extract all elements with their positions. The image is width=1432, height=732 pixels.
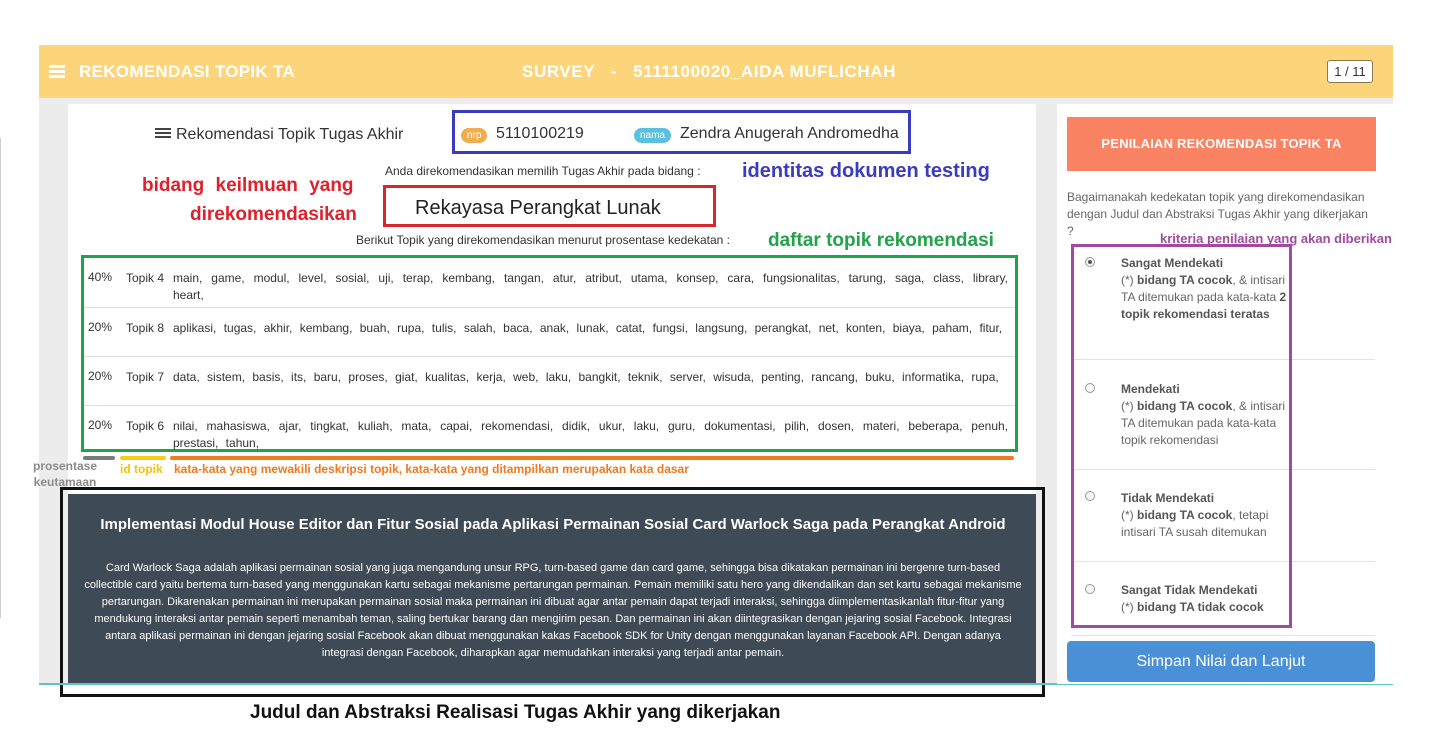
- topic-percentage: 20%: [88, 418, 113, 432]
- survey-page: REKOMENDASI TOPIK TA SURVEY - 5111100020…: [0, 0, 1432, 732]
- topic-percentage: 40%: [88, 270, 113, 284]
- document-title-text: Rekomendasi Topik Tugas Akhir: [176, 126, 404, 143]
- nama-value: Zendra Anugerah Andromedha: [680, 125, 899, 142]
- field-intro-text: Anda direkomendasikan memilih Tugas Akhi…: [385, 164, 701, 178]
- page-counter: 1 / 11: [1327, 60, 1373, 83]
- criteria-highlight-box: [1071, 244, 1292, 628]
- thesis-title: Implementasi Modul House Editor dan Fitu…: [100, 516, 1006, 533]
- topic-id: Topik 8: [126, 321, 165, 335]
- topic-percentage: 20%: [88, 369, 113, 383]
- topic-row: 20% Topik 7 data, sistem, basis, its, baru…: [84, 356, 1015, 405]
- thesis-abstract: Card Warlock Saga adalah aplikasi permai…: [84, 562, 1022, 659]
- document-title: Rekomendasi Topik Tugas Akhir: [155, 126, 403, 144]
- topics-intro-text: Berikut Topik yang direkomendasikan menu…: [356, 233, 730, 247]
- nama-badge: nama: [634, 128, 672, 143]
- annotation-daftar: daftar topik rekomendasi: [768, 230, 994, 251]
- list-icon: [155, 128, 171, 139]
- app-title: REKOMENDASI TOPIK TA: [79, 62, 295, 81]
- annotation-kata: kata-kata yang mewakili deskripsi topik,…: [174, 462, 689, 476]
- topic-row: 20% Topik 6 nilai, mahasiswa, ajar, tingka…: [84, 405, 1015, 454]
- nrp-badge: nrp: [461, 128, 488, 143]
- save-and-next-button[interactable]: Simpan Nilai dan Lanjut: [1067, 641, 1375, 682]
- annotation-bidang-line1: bidang keilmuan yang: [142, 175, 354, 196]
- annotation-kriteria: kriteria penilaian yang akan diberikan: [1160, 231, 1392, 246]
- topic-words: aplikasi, tugas, akhir, kembang, buah, r…: [173, 321, 1003, 335]
- topic-id: Topik 6: [126, 419, 165, 433]
- topic-percentage: 20%: [88, 320, 113, 334]
- annotation-bidang-line2: direkomendasikan: [190, 204, 357, 225]
- top-navbar: REKOMENDASI TOPIK TA SURVEY - 5111100020…: [39, 45, 1393, 98]
- topic-words: data, sistem, basis, its, baru, proses, …: [173, 370, 999, 384]
- rating-header: PENILAIAN REKOMENDASI TOPIK TA: [1067, 117, 1376, 171]
- topic-row: 20% Topik 8 aplikasi, tugas, akhir, kemban…: [84, 307, 1015, 356]
- annotation-id-topik: id topik: [120, 462, 163, 476]
- left-divider: [0, 138, 1, 618]
- nrp-value: 5110100219: [496, 125, 584, 142]
- annotation-bar-words: [170, 456, 1014, 460]
- annotation-prosentase: prosentase keutamaan: [32, 459, 98, 489]
- annotation-bar-topic-id: [120, 456, 166, 460]
- annotation-judul: Judul dan Abstraksi Realisasi Tugas Akhi…: [250, 702, 781, 723]
- topic-id: Topik 4: [126, 271, 165, 285]
- survey-title: SURVEY - 5111100020_AIDA MUFLICHAH: [522, 62, 896, 81]
- topic-words: main, game, modul, level, sosial, uji, t…: [173, 271, 1008, 302]
- annotation-identitas: identitas dokumen testing: [742, 160, 990, 182]
- topic-row: 40% Topik 4 main, game, modul, level, sosi…: [84, 258, 1015, 307]
- hamburger-icon[interactable]: [49, 65, 65, 78]
- topic-words: nilai, mahasiswa, ajar, tingkat, kuliah,…: [173, 419, 1008, 450]
- topic-id: Topik 7: [126, 370, 165, 384]
- recommended-field: Rekayasa Perangkat Lunak: [415, 197, 661, 219]
